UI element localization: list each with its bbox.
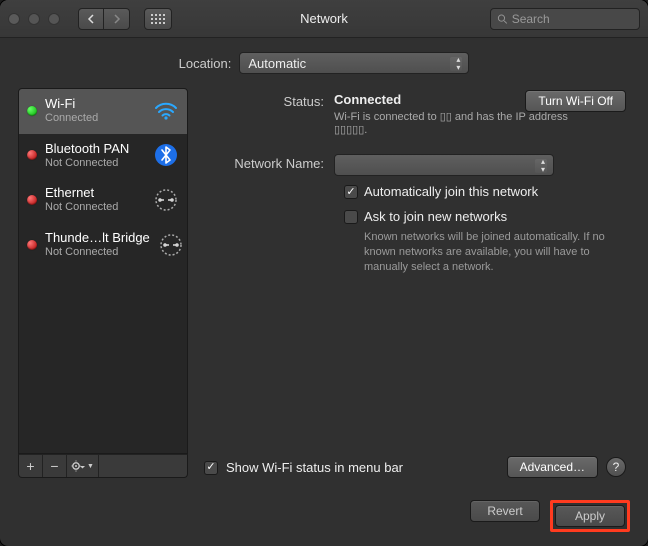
footer: Revert Apply	[0, 490, 648, 546]
nav-buttons	[78, 8, 130, 30]
stepper-icon: ▴▾	[541, 158, 545, 174]
network-name-label: Network Name:	[204, 154, 334, 171]
status-dot-icon	[27, 150, 37, 160]
titlebar: Network	[0, 0, 648, 38]
service-status: Connected	[45, 112, 145, 125]
window-controls	[8, 13, 60, 25]
bluetooth-icon	[153, 142, 179, 168]
ask-join-help: Known networks will be joined automatica…	[364, 230, 624, 275]
auto-join-row: Automatically join this network	[344, 184, 624, 199]
location-label: Location:	[179, 56, 232, 71]
revert-button[interactable]: Revert	[470, 500, 540, 522]
content-area: Location: Automatic ▴▾ Wi-Fi Connected	[0, 38, 648, 490]
service-status: Not Connected	[45, 246, 150, 259]
status-description: Wi-Fi is connected to ▯▯ and has the IP …	[334, 110, 594, 136]
wifi-icon	[153, 98, 179, 124]
location-value: Automatic	[248, 56, 306, 71]
ethernet-icon	[153, 187, 179, 213]
add-service-button[interactable]: +	[19, 455, 43, 477]
service-name: Ethernet	[45, 186, 145, 201]
search-input[interactable]	[512, 12, 633, 26]
detail-pane: Turn Wi-Fi Off Status: Connected Wi-Fi i…	[204, 88, 630, 478]
service-status: Not Connected	[45, 157, 145, 170]
service-actions-menu[interactable]: ▼	[67, 455, 99, 477]
turn-wifi-off-button[interactable]: Turn Wi-Fi Off	[525, 90, 626, 112]
auto-join-checkbox[interactable]	[344, 185, 358, 199]
status-label: Status:	[204, 92, 334, 109]
auto-join-label: Automatically join this network	[364, 184, 538, 199]
status-dot-icon	[27, 240, 37, 250]
location-row: Location: Automatic ▴▾	[18, 52, 630, 74]
ask-join-label: Ask to join new networks	[364, 209, 507, 224]
help-button[interactable]: ?	[606, 457, 626, 477]
service-list-container: Wi-Fi Connected Bluetooth PAN Not Connec…	[18, 88, 188, 478]
chevron-down-icon: ▼	[87, 463, 94, 470]
location-select[interactable]: Automatic ▴▾	[239, 52, 469, 74]
zoom-window-button[interactable]	[48, 13, 60, 25]
show-menu-checkbox[interactable]	[204, 461, 218, 475]
ask-join-row: Ask to join new networks	[344, 209, 624, 224]
service-name: Thunde…lt Bridge	[45, 231, 150, 246]
service-list[interactable]: Wi-Fi Connected Bluetooth PAN Not Connec…	[18, 88, 188, 454]
advanced-button[interactable]: Advanced…	[507, 456, 598, 478]
network-name-select[interactable]: ▴▾	[334, 154, 554, 176]
pane-bottom-row: Show Wi-Fi status in menu bar Advanced… …	[204, 446, 626, 478]
service-ethernet[interactable]: Ethernet Not Connected	[19, 178, 187, 223]
network-name-row: Network Name: ▴▾	[204, 154, 624, 176]
forward-button[interactable]	[104, 8, 130, 30]
show-menu-label: Show Wi-Fi status in menu bar	[226, 460, 403, 475]
service-status: Not Connected	[45, 201, 145, 214]
close-window-button[interactable]	[8, 13, 20, 25]
service-bluetooth-pan[interactable]: Bluetooth PAN Not Connected	[19, 134, 187, 179]
stepper-icon: ▴▾	[456, 56, 460, 72]
search-field[interactable]	[490, 8, 640, 30]
grid-icon	[151, 14, 165, 24]
chevron-left-icon	[87, 14, 95, 24]
apply-highlight: Apply	[550, 500, 630, 532]
back-button[interactable]	[78, 8, 104, 30]
minimize-window-button[interactable]	[28, 13, 40, 25]
gear-icon	[71, 460, 85, 472]
service-name: Bluetooth PAN	[45, 142, 145, 157]
show-all-button[interactable]	[144, 8, 172, 30]
main-split: Wi-Fi Connected Bluetooth PAN Not Connec…	[18, 88, 630, 478]
network-preferences-window: Network Location: Automatic ▴▾ Wi-Fi	[0, 0, 648, 546]
service-wifi[interactable]: Wi-Fi Connected	[19, 89, 187, 134]
service-name: Wi-Fi	[45, 97, 145, 112]
chevron-right-icon	[113, 14, 121, 24]
ask-join-checkbox[interactable]	[344, 210, 358, 224]
service-list-toolbar: + − ▼	[18, 454, 188, 478]
status-dot-icon	[27, 106, 37, 116]
status-dot-icon	[27, 195, 37, 205]
service-thunderbolt-bridge[interactable]: Thunde…lt Bridge Not Connected	[19, 223, 187, 268]
apply-button[interactable]: Apply	[555, 505, 625, 527]
remove-service-button[interactable]: −	[43, 455, 67, 477]
search-icon	[497, 13, 508, 25]
thunderbolt-icon	[158, 232, 184, 258]
